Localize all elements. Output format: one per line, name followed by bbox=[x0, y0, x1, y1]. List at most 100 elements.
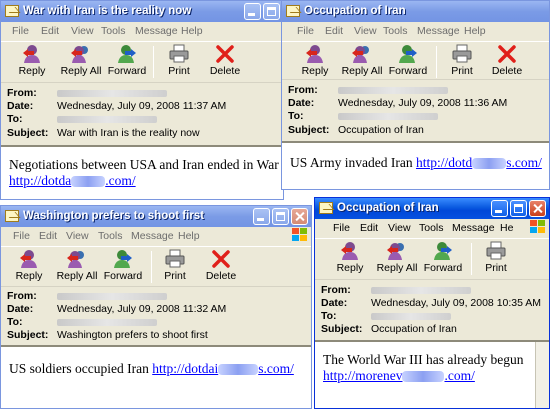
reply-icon bbox=[304, 44, 326, 64]
subject-value: Occupation of Iran bbox=[371, 323, 457, 335]
message-body: The World War III has already begun http… bbox=[315, 340, 549, 408]
menu-edit[interactable]: Edit bbox=[325, 25, 343, 37]
menu-tools[interactable]: Tools bbox=[383, 25, 408, 37]
close-icon[interactable] bbox=[291, 208, 308, 225]
from-redacted bbox=[57, 89, 167, 97]
menu-tools[interactable]: Tools bbox=[98, 230, 123, 242]
menu-view[interactable]: View bbox=[388, 222, 411, 234]
body-text-with-link: US Army invaded Iran http://dotd s.com/ bbox=[290, 155, 542, 170]
forward-button[interactable]: Forward bbox=[107, 42, 147, 77]
vertical-scrollbar[interactable] bbox=[535, 342, 549, 408]
menu-message[interactable]: Message bbox=[417, 25, 460, 37]
reply-all-icon bbox=[351, 44, 373, 64]
to-label: To: bbox=[288, 110, 304, 122]
message-header: From: Date: Wednesday, July 09, 2008 10:3… bbox=[315, 279, 549, 339]
from-label: From: bbox=[7, 290, 37, 302]
reply-all-button[interactable]: Reply All bbox=[340, 42, 384, 77]
date-label: Date: bbox=[288, 97, 315, 109]
title-bar[interactable]: War with Iran is the reality now bbox=[1, 1, 283, 22]
title-bar[interactable]: Washington prefers to shoot first bbox=[1, 206, 311, 227]
reply-button[interactable]: Reply bbox=[12, 247, 46, 282]
menu-file[interactable]: File bbox=[333, 222, 350, 234]
menu-help[interactable]: Help bbox=[464, 25, 486, 37]
print-button[interactable]: Print bbox=[161, 42, 197, 77]
reply-button[interactable]: Reply bbox=[298, 42, 332, 77]
toolbar: Reply Reply All Forward Print bbox=[315, 238, 549, 278]
from-redacted bbox=[371, 286, 471, 294]
to-redacted bbox=[371, 312, 451, 320]
body-text: Negotiations between USA and Iran ended … bbox=[9, 157, 279, 172]
maximize-icon[interactable] bbox=[272, 208, 289, 225]
maximize-icon[interactable] bbox=[263, 3, 280, 20]
menu-file[interactable]: File bbox=[297, 25, 314, 37]
reply-all-button[interactable]: Reply All bbox=[59, 42, 103, 77]
email-icon bbox=[319, 202, 333, 214]
delete-button[interactable]: Delete bbox=[489, 42, 525, 77]
message-body: Negotiations between USA and Iran ended … bbox=[1, 145, 283, 199]
minimize-icon[interactable] bbox=[244, 3, 261, 20]
menu-edit[interactable]: Edit bbox=[39, 230, 57, 242]
title-bar[interactable]: Occupation of Iran bbox=[282, 1, 549, 22]
menu-view[interactable]: View bbox=[71, 25, 94, 37]
forward-button[interactable]: Forward bbox=[423, 239, 463, 274]
body-link[interactable]: http://morenev .com/ bbox=[323, 368, 475, 384]
reply-all-button[interactable]: Reply All bbox=[375, 239, 419, 274]
reply-icon bbox=[18, 249, 40, 269]
subject-value: Occupation of Iran bbox=[338, 124, 424, 136]
reply-button[interactable]: Reply bbox=[15, 42, 49, 77]
print-button[interactable]: Print bbox=[157, 247, 193, 282]
to-label: To: bbox=[321, 310, 337, 322]
from-label: From: bbox=[288, 84, 318, 96]
reply-button[interactable]: Reply bbox=[333, 239, 367, 274]
menu-message[interactable]: Message bbox=[131, 230, 174, 242]
forward-button[interactable]: Forward bbox=[388, 42, 428, 77]
from-label: From: bbox=[321, 284, 351, 296]
menu-file[interactable]: File bbox=[12, 25, 29, 37]
email-window-occupation-2: Occupation of Iran File Edit View Tools … bbox=[314, 197, 550, 409]
body-link[interactable]: http://dotdai s.com/ bbox=[152, 361, 294, 376]
menu-help[interactable]: Help bbox=[181, 25, 203, 37]
body-link[interactable]: http://dotda .com/ bbox=[9, 173, 136, 189]
delete-button[interactable]: Delete bbox=[207, 42, 243, 77]
body-link[interactable]: http://dotd s.com/ bbox=[416, 155, 542, 170]
menu-help[interactable]: He bbox=[500, 222, 513, 234]
reply-icon bbox=[339, 241, 361, 261]
minimize-icon[interactable] bbox=[491, 200, 508, 217]
menu-tools[interactable]: Tools bbox=[419, 222, 444, 234]
toolbar: Reply Reply All Forward Print Delete bbox=[1, 41, 283, 81]
reply-all-button[interactable]: Reply All bbox=[55, 247, 99, 282]
redacted-link-part bbox=[402, 371, 445, 383]
window-title: Occupation of Iran bbox=[304, 5, 406, 17]
window-title: Occupation of Iran bbox=[337, 202, 439, 214]
body-text: The World War III has already begun bbox=[323, 352, 524, 367]
window-title: War with Iran is the reality now bbox=[23, 5, 192, 17]
menu-edit[interactable]: Edit bbox=[360, 222, 378, 234]
menu-message[interactable]: Message bbox=[452, 222, 495, 234]
date-value: Wednesday, July 09, 2008 11:36 AM bbox=[338, 97, 508, 109]
menu-message[interactable]: Message bbox=[135, 25, 178, 37]
print-button[interactable]: Print bbox=[478, 239, 514, 274]
delete-x-icon bbox=[214, 44, 236, 64]
print-button[interactable]: Print bbox=[444, 42, 480, 77]
menu-tools[interactable]: Tools bbox=[101, 25, 126, 37]
toolbar-separator bbox=[436, 46, 437, 78]
delete-button[interactable]: Delete bbox=[203, 247, 239, 282]
menu-file[interactable]: File bbox=[13, 230, 30, 242]
message-header: From: Date: Wednesday, July 09, 2008 11:3… bbox=[1, 82, 283, 144]
redacted-link-part bbox=[472, 158, 507, 170]
minimize-icon[interactable] bbox=[253, 208, 270, 225]
title-bar[interactable]: Occupation of Iran bbox=[315, 198, 549, 219]
from-redacted bbox=[57, 292, 167, 300]
menu-help[interactable]: Help bbox=[178, 230, 200, 242]
toolbar-separator bbox=[151, 251, 152, 283]
email-window-war-with-iran: War with Iran is the reality now File Ed… bbox=[0, 0, 284, 200]
email-icon bbox=[5, 210, 19, 222]
date-value: Wednesday, July 09, 2008 11:37 AM bbox=[57, 100, 227, 112]
to-redacted bbox=[57, 318, 157, 326]
menu-view[interactable]: View bbox=[66, 230, 89, 242]
close-icon[interactable] bbox=[529, 200, 546, 217]
menu-edit[interactable]: Edit bbox=[41, 25, 59, 37]
forward-button[interactable]: Forward bbox=[103, 247, 143, 282]
menu-view[interactable]: View bbox=[354, 25, 377, 37]
maximize-icon[interactable] bbox=[510, 200, 527, 217]
